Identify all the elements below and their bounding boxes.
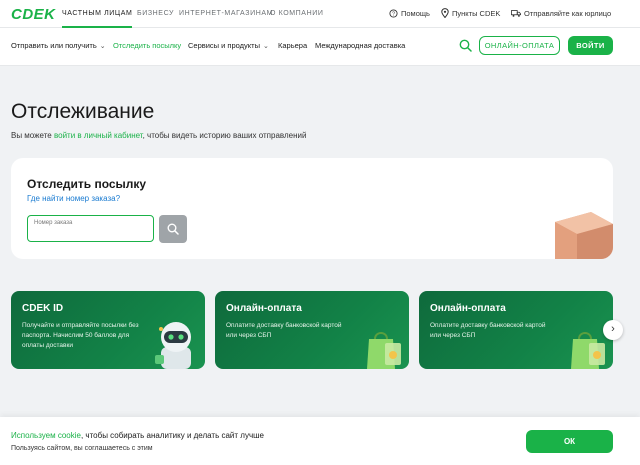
chevron-down-icon: ⌄: [99, 43, 106, 50]
login-cabinet-link[interactable]: войти в личный кабинет: [54, 131, 143, 140]
points-link[interactable]: Пункты CDEK: [441, 0, 500, 28]
subtitle-text-before: Вы можете: [11, 131, 54, 140]
promo-title: Онлайн-оплата: [430, 303, 506, 314]
segment-company[interactable]: О КОМПАНИИ: [270, 0, 323, 28]
page-title: Отслеживание: [11, 100, 155, 123]
svg-text:?: ?: [392, 12, 395, 18]
segment-business[interactable]: БИЗНЕСУ: [137, 0, 174, 28]
robot-mascot-illustration: [155, 322, 191, 369]
shopping-bag-illustration: [367, 332, 401, 369]
track-search-button[interactable]: [159, 215, 187, 243]
cookie-ok-button[interactable]: ОК: [526, 430, 613, 453]
chevron-right-icon: ›: [611, 323, 615, 335]
promo-card-cdek-id[interactable]: CDEK ID Получайте и отправляйте посылки …: [11, 291, 205, 369]
send-as-company-link[interactable]: Отправляйте как юрлицо: [511, 0, 611, 28]
segment-private[interactable]: ЧАСТНЫМ ЛИЦАМ: [62, 0, 133, 28]
top-bar: CDEK ЧАСТНЫМ ЛИЦАМ БИЗНЕСУ ИНТЕРНЕТ-МАГА…: [0, 0, 640, 28]
nav-send-receive[interactable]: Отправить или получить ⌄: [11, 28, 106, 64]
find-order-number-link[interactable]: Где найти номер заказа?: [27, 194, 120, 203]
nav-international[interactable]: Международная доставка: [315, 28, 405, 64]
send-as-company-label: Отправляйте как юрлицо: [524, 9, 612, 18]
cookie-message-rest: , чтобы собирать аналитику и делать сайт…: [80, 431, 264, 440]
help-link[interactable]: ? Помощь: [389, 0, 430, 28]
order-number-input[interactable]: Номер заказа: [27, 215, 154, 242]
cookie-banner: Используем cookie, чтобы собирать аналит…: [0, 417, 640, 465]
cdek-logo[interactable]: CDEK: [11, 6, 56, 23]
nav-services-label: Сервисы и продукты: [188, 41, 260, 50]
promo-text: Оплатите доставку банковской картой или …: [226, 322, 342, 339]
truck-icon: [511, 10, 521, 17]
points-label: Пункты CDEK: [452, 9, 501, 18]
promo-card-online-payment[interactable]: Онлайн-оплата Оплатите доставку банковск…: [215, 291, 409, 369]
parcel-box-illustration: [555, 212, 613, 259]
promo-title: Онлайн-оплата: [226, 303, 302, 314]
main-nav: Отправить или получить ⌄ Отследить посылк…: [0, 28, 640, 66]
search-icon: [167, 223, 179, 235]
cookie-message: Используем cookie, чтобы собирать аналит…: [11, 431, 264, 440]
help-label: Помощь: [401, 9, 430, 18]
cookie-consent-note: Пользуясь сайтом, вы соглашаетесь с этим: [11, 445, 153, 452]
order-number-placeholder: Номер заказа: [34, 220, 73, 226]
segment-shops[interactable]: ИНТЕРНЕТ-МАГАЗИНАМ: [179, 0, 273, 28]
subtitle-text-after: , чтобы видеть историю ваших отправлений: [142, 131, 307, 140]
promo-text: Получайте и отправляйте посылки без пасп…: [22, 322, 139, 349]
promo-title: CDEK ID: [22, 303, 64, 314]
page-subtitle: Вы можете войти в личный кабинет, чтобы …: [11, 131, 306, 140]
search-icon[interactable]: [459, 39, 472, 52]
tracking-title: Отследить посылку: [27, 177, 147, 191]
cookie-link[interactable]: Используем cookie: [11, 431, 81, 440]
promo-text: Оплатите доставку банковской картой или …: [430, 322, 546, 339]
help-icon: ?: [389, 9, 398, 18]
shopping-bag-illustration: [571, 332, 605, 369]
location-pin-icon: [441, 8, 449, 19]
login-button[interactable]: ВОЙТИ: [568, 36, 613, 55]
nav-career[interactable]: Карьера: [278, 28, 307, 64]
nav-send-receive-label: Отправить или получить: [11, 41, 97, 50]
nav-track-parcel[interactable]: Отследить посылку: [113, 28, 181, 64]
online-payment-button[interactable]: ОНЛАЙН-ОПЛАТА: [479, 36, 560, 55]
chevron-down-icon: ⌄: [263, 43, 269, 50]
promo-card-online-payment-2[interactable]: Онлайн-оплата Оплатите доставку банковск…: [419, 291, 613, 369]
nav-services[interactable]: Сервисы и продукты ⌄: [188, 28, 269, 64]
tracking-card: Отследить посылку Где найти номер заказа…: [11, 158, 613, 259]
carousel-next-button[interactable]: ›: [603, 320, 623, 340]
